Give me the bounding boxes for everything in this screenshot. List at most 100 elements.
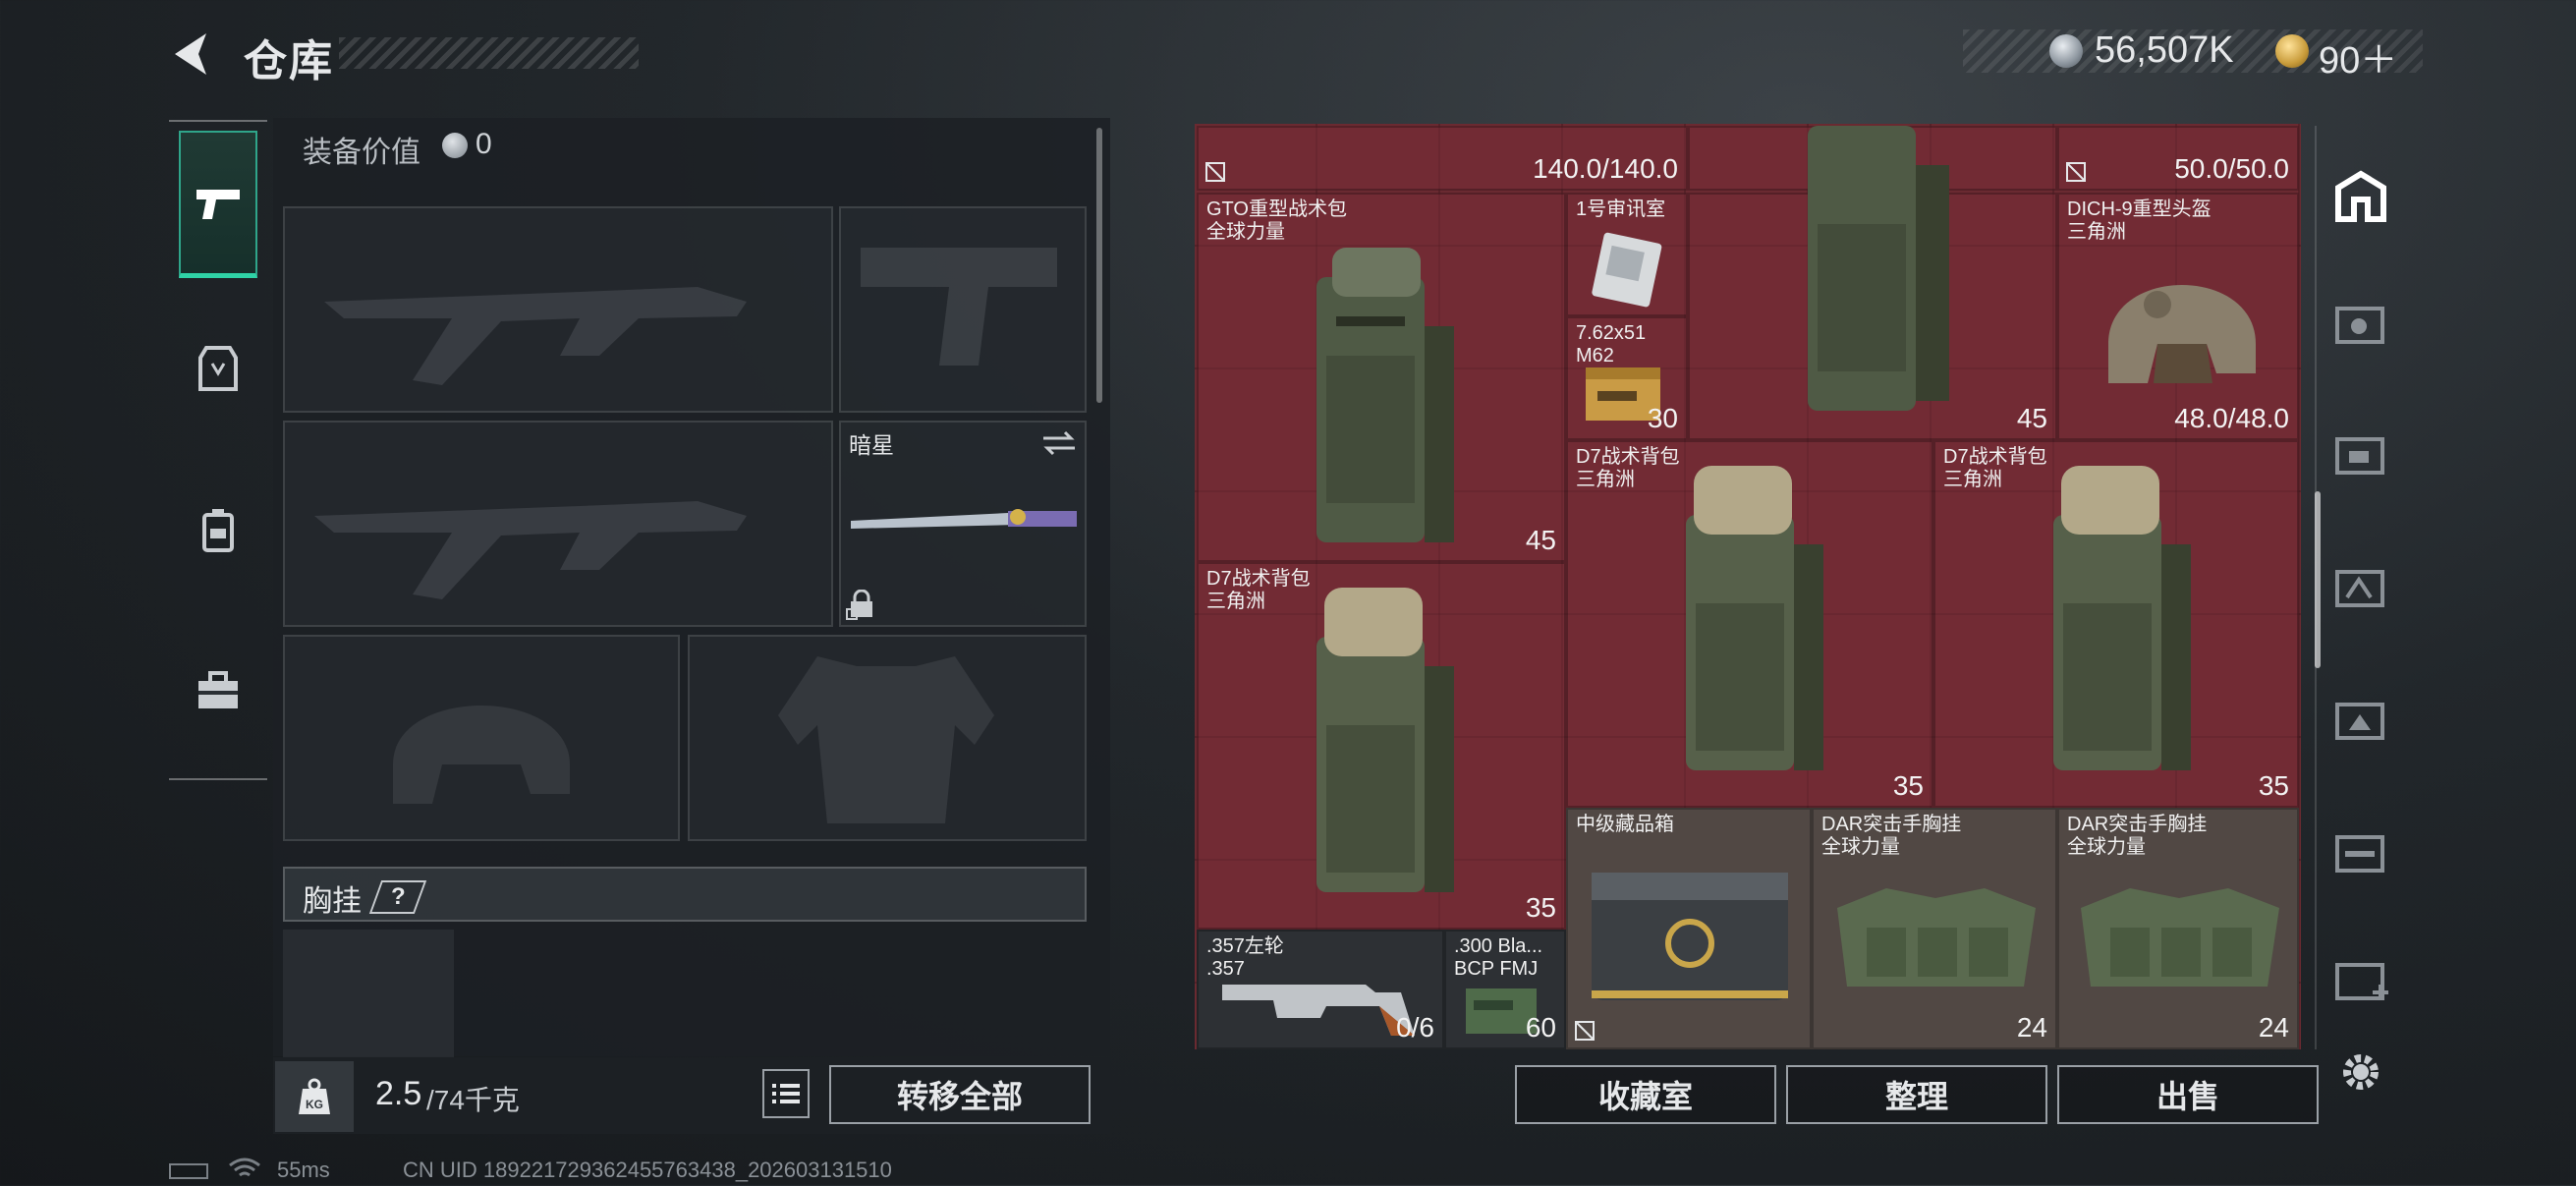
rifle-silhouette-icon <box>314 501 747 599</box>
capacity-text: 35 <box>1525 892 1556 923</box>
storage-item-ammo-300[interactable]: .300 Bla... BCP FMJ 60 <box>1444 930 1566 1049</box>
item-name: D7战术背包 三角洲 <box>1576 446 1680 490</box>
coin-icon <box>442 133 468 158</box>
backpack-icon <box>2053 466 2191 770</box>
settings-button[interactable] <box>2326 1038 2395 1106</box>
coins-amount: 56,507K <box>2095 29 2234 71</box>
collection-room-button[interactable]: 收藏室 <box>1515 1065 1776 1124</box>
nav-weapons-tab[interactable] <box>179 131 257 278</box>
weight-icon-text: KG <box>306 1098 323 1111</box>
tab-storage-3b[interactable] <box>2326 683 2395 752</box>
tab-storage-4a[interactable] <box>2326 287 2395 356</box>
item-name: DAR突击手胸挂 全球力量 <box>2067 814 2208 858</box>
backpack-icon <box>1808 126 1949 411</box>
wifi-icon <box>228 1158 261 1186</box>
storage-item-d7-bag[interactable]: D7战术背包 三角洲 35 <box>1197 562 1566 930</box>
coin-icon <box>2049 34 2083 68</box>
durability-text: 48.0/48.0 <box>2174 403 2289 433</box>
storage-item-helmet[interactable]: DICH-9重型头盔 三角洲 48.0/48.0 <box>2057 193 2299 440</box>
armor-slot[interactable] <box>688 635 1087 841</box>
rifle-silhouette-icon <box>324 287 747 385</box>
storage-item-chest-rig[interactable]: DAR突击手胸挂 全球力量 24 <box>1812 808 2057 1049</box>
storage-item[interactable]: 140.0/140.0 <box>1197 126 1688 191</box>
storage-item-backpack[interactable]: 45 <box>1688 126 2057 440</box>
swap-icon[interactable] <box>1041 428 1077 463</box>
sort-button[interactable]: 整理 <box>1786 1065 2047 1124</box>
storage-tab-icon <box>2335 307 2384 344</box>
collection-case-icon <box>1592 873 1788 1000</box>
battery-icon <box>169 1163 208 1179</box>
chest-rig-slot[interactable] <box>283 930 454 1057</box>
chest-rig-icon <box>1837 888 2036 987</box>
gear-value-amount: 0 <box>476 128 492 160</box>
durability-text: 50.0/50.0 <box>2174 153 2289 184</box>
storage-item-d7-bag[interactable]: D7战术背包 三角洲 35 <box>1566 440 1933 808</box>
pistol-silhouette-icon <box>861 248 1057 366</box>
title-hatch-decoration <box>339 37 639 69</box>
keycard-icon <box>1592 232 1662 308</box>
storage-item-revolver[interactable]: .357左轮 .357 0/6 <box>1197 930 1444 1049</box>
item-name: 1号审讯室 <box>1576 198 1666 220</box>
backpack-icon <box>1316 588 1454 892</box>
storage-item-d7-bag[interactable]: D7战术背包 三角洲 35 <box>1933 440 2299 808</box>
pistol-slot[interactable] <box>839 206 1087 413</box>
item-name: D7战术背包 三角洲 <box>1943 446 2047 490</box>
nav-bottom-divider <box>169 778 267 780</box>
list-icon <box>772 1084 800 1103</box>
storage-tab-icon <box>2335 703 2384 740</box>
capacity-text: 35 <box>2258 770 2289 801</box>
weight-current: 2.5 <box>375 1075 422 1112</box>
nav-top-divider <box>169 120 267 122</box>
transfer-all-button[interactable]: 转移全部 <box>829 1065 1091 1124</box>
tab-storage-3a[interactable] <box>2326 550 2395 619</box>
primary-weapon-slot[interactable] <box>283 206 833 413</box>
capacity-text: 24 <box>2016 1012 2047 1043</box>
durability-text: 140.0/140.0 <box>1533 153 1678 184</box>
ammo-count: 0/6 <box>1396 1012 1434 1043</box>
equipment-scrollbar[interactable] <box>1096 128 1102 403</box>
tab-all-storage[interactable] <box>2326 162 2395 231</box>
secondary-weapon-slot[interactable] <box>283 421 833 627</box>
vest-icon <box>198 346 238 391</box>
storage-item-room-key[interactable]: 1号审讯室 <box>1566 193 1688 316</box>
gear-value-label: 装备价值 <box>303 137 420 169</box>
storage-tab-icon <box>2335 570 2384 607</box>
storage-item-ammo-762[interactable]: 7.62x51 M62 30 <box>1566 316 1688 440</box>
nav-backpack-tab[interactable] <box>179 457 257 604</box>
sell-button[interactable]: 出售 <box>2057 1065 2319 1124</box>
no-sell-icon <box>2066 162 2086 182</box>
storage-tab-icon <box>2335 437 2384 475</box>
page-title: 仓库 <box>244 37 334 85</box>
helmet-silhouette-icon <box>393 706 570 804</box>
gear-icon <box>2343 1054 2379 1090</box>
tab-storage-3c[interactable] <box>2326 816 2395 884</box>
nav-tools-tab[interactable] <box>179 617 257 764</box>
tokens-amount[interactable]: 90＋ <box>2319 29 2397 84</box>
item-name: DAR突击手胸挂 全球力量 <box>1821 814 1962 858</box>
item-name: DICH-9重型头盔 三角洲 <box>2067 198 2212 243</box>
help-glyph: ? <box>390 883 406 910</box>
melee-name: 暗星 <box>849 432 894 458</box>
storage-item-gto-bag[interactable]: GTO重型战术包 全球力量 45 <box>1197 193 1566 562</box>
storage-item-chest-rig[interactable]: DAR突击手胸挂 全球力量 24 <box>2057 808 2299 1049</box>
nav-armor-tab[interactable] <box>179 295 257 442</box>
uid-text: CN UID 18922172936245576343​8_2026031315… <box>403 1158 892 1182</box>
pistol-icon <box>196 189 240 219</box>
backpack-icon <box>1686 466 1823 770</box>
token-icon <box>2275 34 2309 68</box>
capacity-text: 45 <box>2016 403 2047 433</box>
no-sell-icon <box>1575 1021 1595 1041</box>
tab-storage-2[interactable] <box>2326 943 2395 1012</box>
tab-storage-4b[interactable] <box>2326 418 2395 486</box>
chest-rig-label: 胸挂 <box>303 885 362 918</box>
vest-silhouette-icon <box>778 656 994 823</box>
list-view-button[interactable] <box>762 1069 810 1118</box>
back-icon[interactable] <box>167 29 212 79</box>
no-sell-icon <box>1205 162 1225 182</box>
stack-count: 30 <box>1647 403 1678 433</box>
storage-item[interactable]: 50.0/50.0 <box>2057 126 2299 191</box>
weight-max: /74千克 <box>426 1085 520 1115</box>
helmet-slot[interactable] <box>283 635 680 841</box>
chest-rig-icon <box>2081 888 2279 987</box>
storage-item-case[interactable]: 中级藏品箱 <box>1566 808 1812 1049</box>
